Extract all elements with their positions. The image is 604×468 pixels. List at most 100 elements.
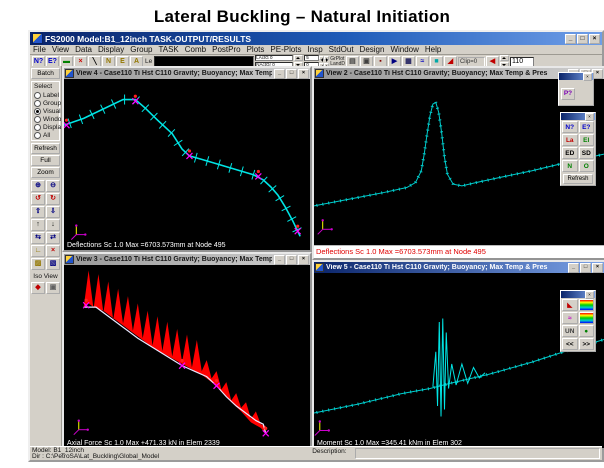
menu-item-view[interactable]: View [49,45,72,54]
iso-view-label: Iso View [31,273,60,280]
viewport-close-button[interactable]: × [592,263,603,273]
viewport-restore-button[interactable]: □ [580,263,591,273]
restore-button[interactable]: □ [577,34,588,44]
viewport-close-button[interactable]: × [298,69,309,79]
palette-titlebar[interactable]: × [561,113,595,120]
contour-un-button[interactable]: UN [562,325,578,337]
viewport-titlebar[interactable]: View 5 - Case110 Ti Hst C110 Gravity; Bu… [314,262,604,273]
viewport-minimize-button[interactable]: _ [568,263,579,273]
menu-item-design[interactable]: Design [357,45,388,54]
palette-titlebar[interactable]: × [559,73,593,80]
rotate-cw-icon[interactable]: ↻ [46,193,60,205]
contour-prev-button[interactable]: << [562,338,578,350]
palette-label-icon[interactable]: La [562,134,578,146]
menu-item-comb[interactable]: Comb [182,45,209,54]
pp-button[interactable]: P? [561,88,575,100]
radio-label[interactable]: Label [34,91,59,99]
axial-force-plot[interactable] [64,265,310,448]
radio-windo[interactable]: Windo [34,115,59,123]
menu-item-window[interactable]: Window [387,45,421,54]
palette-elem-query-button[interactable]: E? [579,121,595,133]
iso-copy-icon[interactable]: ▣ [46,282,60,294]
scale-field[interactable]: 5 [304,55,319,62]
view-rotation-input[interactable] [510,57,534,67]
contour-shade-icon[interactable]: ◣ [562,299,578,311]
menu-item-plots[interactable]: Plots [244,45,268,54]
le-label: Le [144,58,153,65]
contour-rainbow-icon[interactable] [579,299,595,311]
menu-item-insp[interactable]: Insp [305,45,326,54]
palette-sd-button[interactable]: SD [579,147,595,159]
viewport-minimize-button[interactable]: _ [274,255,285,265]
radio-displa[interactable]: Displa [34,123,59,131]
menu-item-group[interactable]: Group [127,45,155,54]
menu-item-data[interactable]: Data [72,45,95,54]
palette-ed-button[interactable]: ED [562,147,578,159]
viewport-minimize-button[interactable]: _ [274,69,285,79]
viewport-titlebar[interactable]: View 4 - Case110 Ti Hst C110 Gravity; Bu… [64,68,310,79]
menu-item-file[interactable]: File [30,45,49,54]
zoom-out-icon[interactable]: ⊖ [46,180,60,192]
menu-item-postpro[interactable]: PostPro [209,45,243,54]
menu-item-stdout[interactable]: StdOut [326,45,357,54]
palette-refresh-button[interactable]: Refresh [563,174,593,184]
palette-titlebar[interactable]: × [561,291,595,298]
radio-circle[interactable] [34,100,41,107]
rotate-ccw-icon[interactable]: ↺ [31,193,45,205]
viewport-icon [65,255,74,264]
contour-lines-icon[interactable]: ≈ [562,312,578,324]
viewport-restore-button[interactable]: □ [286,255,297,265]
iso-view-icon[interactable]: ◆ [31,282,45,294]
scale-right-icon[interactable] [324,56,329,61]
radio-circle[interactable] [34,92,41,99]
clear-view-icon[interactable]: × [46,245,60,257]
menu-item-task[interactable]: TASK [155,45,181,54]
close-button[interactable]: × [589,34,600,44]
batch-button[interactable]: Batch [31,68,60,79]
axes-icon[interactable]: ∟ [31,245,45,257]
shade-icon[interactable]: ▨ [31,258,45,270]
move-down-icon[interactable]: ↓ [46,219,60,231]
minimize-button[interactable]: _ [565,34,576,44]
menu-item-pe-plots[interactable]: PE-Plots [267,45,304,54]
palette-node-query-button[interactable]: N? [562,121,578,133]
viewport-title: View 3 - Case110 Ti Hst C110 Gravity; Bu… [76,256,272,263]
palette-close-icon[interactable]: × [585,113,594,121]
viewport-titlebar[interactable]: View 3 - Case110 Ti Hst C110 Gravity; Bu… [64,254,310,265]
radio-circle[interactable] [34,124,41,131]
zoom-in-icon[interactable]: ⊕ [31,180,45,192]
contour-rainbow2-icon[interactable] [579,312,595,324]
app-titlebar[interactable]: FS2000 Model:B1_12inch TASK-OUTPUT/RESUL… [30,32,602,45]
menu-item-help[interactable]: Help [422,45,444,54]
wire-icon[interactable]: ▧ [46,258,60,270]
contour-next-button[interactable]: >> [579,338,595,350]
radio-visual[interactable]: Visual [34,107,59,115]
contour-dot-icon[interactable]: ● [579,325,595,337]
radio-all[interactable]: All [34,131,59,139]
palette-close-icon[interactable]: × [585,291,594,299]
full-button[interactable]: Full [31,155,60,166]
move-up-icon[interactable]: ↑ [31,219,45,231]
app-title: FS2000 Model:B1_12inch TASK-OUTPUT/RESUL… [45,34,563,44]
menu-item-display[interactable]: Display [95,45,127,54]
swap-left-icon[interactable]: ⇆ [31,232,45,244]
swap-right-icon[interactable]: ⇄ [46,232,60,244]
deflection-model-plot[interactable] [64,79,310,250]
viewport-close-button[interactable]: × [298,255,309,265]
palette-elem-label-icon[interactable]: El [579,134,595,146]
palette-close-icon[interactable]: × [583,73,592,81]
plot-area[interactable]: Deflections Sc 1.0 Max =6703.573mm at No… [64,79,310,250]
viewport-restore-button[interactable]: □ [286,69,297,79]
radio-circle[interactable] [34,132,41,139]
statusbar-dir: Dir : C:\PetroSA\Lat_Buckling\Global_Mod… [32,454,159,460]
radio-circle[interactable] [34,108,41,115]
pan-up-icon[interactable]: ⇧ [31,206,45,218]
plot-area[interactable]: Axial Force Sc 1.0 Max +471.33 kN in Ele… [64,265,310,448]
palette-o-button[interactable]: O [579,160,595,172]
radio-circle[interactable] [34,116,41,123]
zoom-button[interactable]: Zoom [31,167,60,178]
pan-down-icon[interactable]: ⇩ [46,206,60,218]
refresh-button[interactable]: Refresh [31,143,60,154]
radio-group[interactable]: Group [34,99,59,107]
palette-n-button[interactable]: N [562,160,578,172]
